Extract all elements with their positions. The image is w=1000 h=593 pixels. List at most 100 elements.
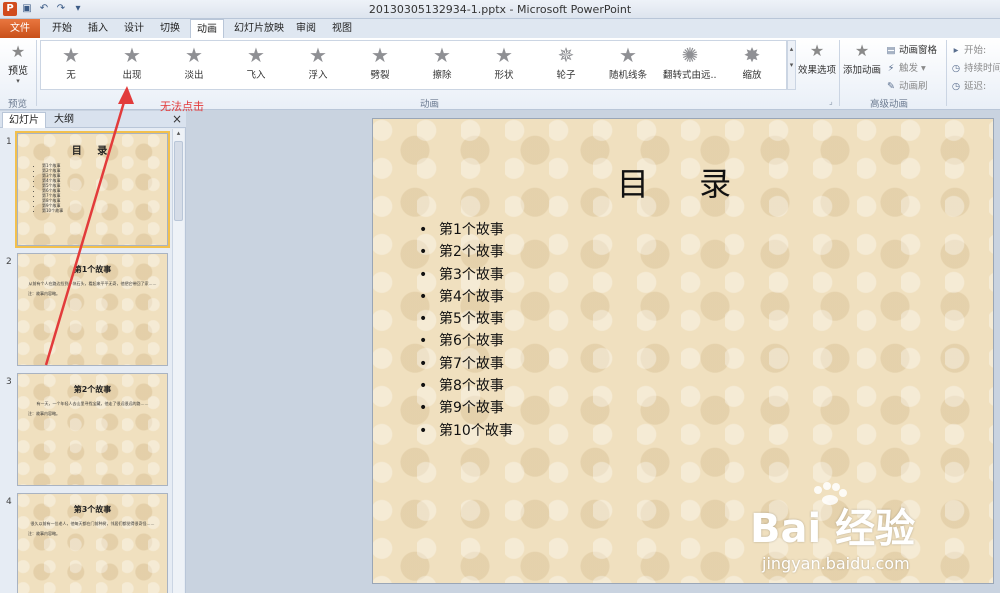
tab-insert[interactable]: 插入 [82,19,114,38]
list-item: • 第6个故事 [419,333,504,350]
animation-pane-icon: ▤ [886,45,896,56]
thumbnail-note: 注：故事内容略。 [28,411,60,416]
window-title: 20130305132934-1.pptx - Microsoft PowerP… [368,3,632,16]
star-icon: ★ [309,43,327,67]
tab-transitions[interactable]: 切换 [154,19,186,38]
star-icon: ★ [433,43,451,67]
slide-number: 4 [6,497,12,507]
baidu-watermark: Bai 经验 jingyan.baidu.com [732,482,982,590]
tab-home[interactable]: 开始 [46,19,78,38]
add-animation-button[interactable]: ★ 添加动画 [842,40,882,76]
tab-view[interactable]: 视图 [326,19,358,38]
animation-grow-turn[interactable]: ✺ 翻转式由远... [663,43,717,81]
star-icon: ✺ [681,43,699,67]
animation-split[interactable]: ★ 劈裂 [353,43,407,81]
thumbnail-title: 第2个故事 [73,385,112,394]
list-item: • 第3个故事 [419,266,504,283]
duration-field[interactable]: ◷持续时间: [950,60,1000,74]
slide-number: 2 [6,257,12,267]
thumbnail-title: 第1个故事 [73,265,112,274]
list-item: • 第7个故事 [419,355,504,372]
add-animation-icon: ★ [854,41,870,60]
group-separator [36,40,37,106]
clock-icon: ◷ [951,63,961,74]
chevron-down-icon: ▾ [918,63,926,74]
list-item: • 第8个故事 [419,378,504,395]
star-icon: ★ [185,43,203,67]
list-item: • 第5个故事 [419,311,504,328]
clock-icon: ◷ [951,81,961,92]
thumbnail-note: 注：故事内容略。 [28,531,60,536]
animation-gallery: ★ 无 ★ 出现 ★ 淡出 ★ 飞入 ★ 浮入 ★ 劈裂 ★ 擦除 ★ 形状 ✵ 轮子 ★ 随机线条… [40,40,787,90]
animation-fade[interactable]: ★ 淡出 [167,43,221,81]
animation-none[interactable]: ★ 无 [44,43,98,81]
animation-zoom[interactable]: ✸ 缩放 [725,43,779,81]
scrollbar-thumb[interactable] [174,141,183,221]
slide-thumbnail-3[interactable]: 第2个故事 有一天，一个年轻人去山里寻找宝藏，他走了很远很远的路…… 注：故事内… [17,373,168,486]
tab-animations[interactable]: 动画 [190,19,224,38]
animation-painter-button[interactable]: ✎ 动画刷 [885,78,928,92]
preview-group-label: 预览 [8,99,28,110]
animation-group-label: 动画 [420,99,440,110]
trigger-button[interactable]: ⚡ 触发 ▾ [885,60,926,74]
play-icon: ▸ [953,45,959,56]
slide-thumbnail-1[interactable]: 目 录 第1个故事 第2个故事 第3个故事 第4个故事 第5个故事 第6个故事 … [15,131,170,248]
preview-dropdown-icon: ▾ [16,77,20,85]
slide-thumbnail-4[interactable]: 第3个故事 很久以前有一位老人，他每天都在门前种树，邻居们都觉得很奇怪…… 注：… [17,493,168,593]
preview-button[interactable]: ★ 预览 ▾ [4,42,32,85]
thumbnail-note: 注：故事内容略。 [28,291,60,296]
group-separator [946,40,947,106]
scroll-up-icon[interactable]: ▴ [173,129,184,137]
delay-field[interactable]: ◷ 延迟: [950,78,986,92]
close-icon[interactable]: × [172,112,182,126]
advanced-group-label: 高级动画 [870,99,909,110]
slide-content-list[interactable]: • 第1个故事 • 第2个故事 • 第3个故事 • 第4个故事 • 第5个故事 • 第6个故… [419,219,513,442]
star-icon: ★ [123,43,141,67]
star-icon: ✵ [557,43,575,67]
effect-options-button[interactable]: ★ 效果选项 [797,40,837,76]
thumbnail-body: 有一天，一个年轻人去山里寻找宝藏，他走了很远很远的路…… [36,401,149,406]
tab-file[interactable]: 文件 [0,19,40,38]
preview-label: 预览 [8,66,28,77]
slide-number: 3 [6,377,12,387]
animation-appear[interactable]: ★ 出现 [105,43,159,81]
ribbon-tabs: 文件 开始 插入 设计 切换 动画 幻灯片放映 审阅 视图 [0,19,1000,38]
animation-pane-button[interactable]: ▤ 动画窗格 [885,42,938,56]
animation-wheel[interactable]: ✵ 轮子 [539,43,593,81]
animation-wipe[interactable]: ★ 擦除 [415,43,469,81]
animation-float-in[interactable]: ★ 浮入 [291,43,345,81]
thumbnail-scrollbar[interactable]: ▴ [172,129,184,593]
thumbnail-body: 从前有个人在路边捡到一块石头，看起来平平无奇，他把它带回了家…… [28,281,157,286]
title-bar: P ▣ ↶ ↷ ▾ 20130305132934-1.pptx - Micros… [0,0,1000,19]
animation-shape[interactable]: ★ 形状 [477,43,531,81]
gallery-scroll[interactable]: ▴ ▾ [787,40,796,90]
annotation-text: 无法点击 [160,100,204,113]
list-item: • 第2个故事 [419,244,504,261]
paintbrush-icon: ✎ [887,81,895,92]
list-item: • 第1个故事 [419,222,504,238]
effect-options-icon: ★ [809,41,825,60]
slide-number: 1 [6,137,12,147]
list-item: • 第9个故事 [419,400,504,417]
watermark-logo: Bai 经验 [750,506,916,552]
group-separator [839,40,840,106]
tab-design[interactable]: 设计 [118,19,150,38]
tab-slideshow[interactable]: 幻灯片放映 [228,19,290,38]
star-icon: ★ [247,43,265,67]
list-item: • 第10个故事 [419,422,513,439]
star-icon: ✸ [743,43,761,67]
star-icon: ★ [62,43,80,67]
tab-slides[interactable]: 幻灯片 [2,112,46,128]
star-icon: ★ [495,43,513,67]
tab-review[interactable]: 审阅 [290,19,322,38]
animation-random-bars[interactable]: ★ 随机线条 [601,43,655,81]
star-icon: ★ [619,43,637,67]
star-icon: ★ [371,43,389,67]
tab-outline[interactable]: 大纲 [48,112,80,128]
slide-title[interactable]: 目 录 [373,159,995,205]
animation-dialog-launcher-icon[interactable]: ⌟ [829,97,833,106]
slide-thumbnail-2[interactable]: 第1个故事 从前有个人在路边捡到一块石头，看起来平平无奇，他把它带回了家…… 注… [17,253,168,366]
animation-fly-in[interactable]: ★ 飞入 [229,43,283,81]
start-field[interactable]: ▸ 开始: [950,42,987,56]
slides-panel: 幻灯片 大纲 × 1 目 录 第1个故事 第2个故事 第3个故事 第4个故事 第… [0,111,186,593]
